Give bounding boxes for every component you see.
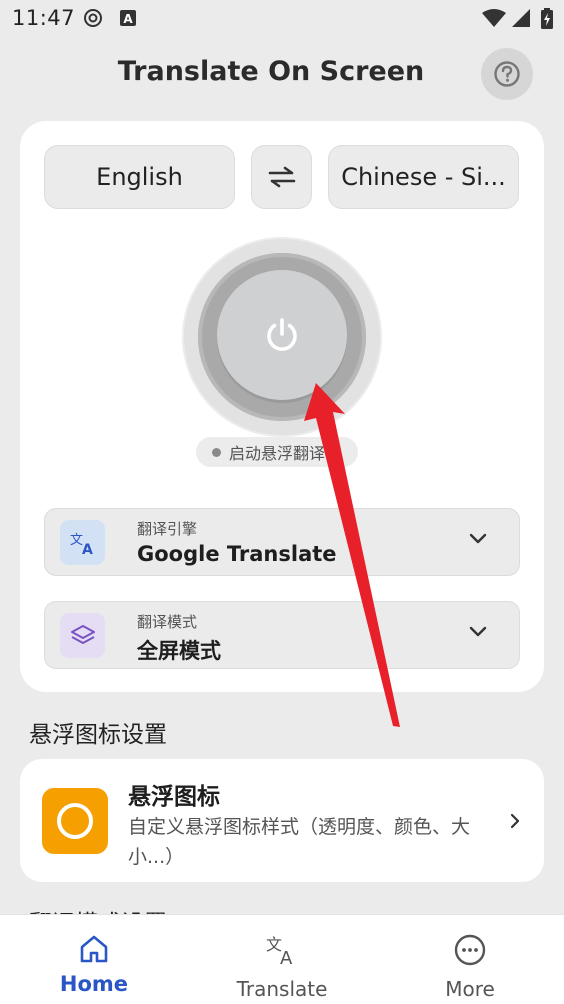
nav-home[interactable]: Home [0,915,188,1004]
page-title: Translate On Screen [117,56,425,87]
target-language-button[interactable]: Chinese - Si... [328,145,519,209]
translation-engine-select[interactable]: 文 A 翻译引擎 Google Translate [44,508,520,576]
float-icon-settings-item[interactable]: 悬浮图标 自定义悬浮图标样式（透明度、颜色、大小...） [20,759,544,882]
engine-icon-box: 文 A [60,520,105,565]
signal-icon [512,9,530,27]
status-time: 11:47 [12,6,76,30]
svg-text:A: A [82,542,93,556]
translation-control-card: English Chinese - Si... 启动悬浮翻译 文 A 翻译引擎 … [20,121,544,692]
nav-home-label: Home [59,972,129,996]
wifi-icon [482,9,506,27]
at-sign-icon [84,9,102,27]
question-circle-icon [494,61,520,87]
float-icon-title: 悬浮图标 [128,784,220,810]
power-button-frame [184,239,380,435]
mode-caption: 翻译模式 [137,613,198,631]
chevron-down-icon [469,533,487,544]
nav-more[interactable]: More [376,915,564,1004]
power-icon [267,318,297,351]
power-button[interactable] [217,270,347,400]
svg-text:A: A [280,948,293,967]
float-icon-section-heading: 悬浮图标设置 [29,722,167,748]
mode-value: 全屏模式 [137,639,221,663]
float-status-chip: 启动悬浮翻译 [196,437,358,467]
font-a-icon: A [120,10,136,26]
target-ring-icon [57,803,93,839]
layers-icon [70,624,95,644]
nav-more-label: More [445,977,495,1001]
float-icon-description: 自定义悬浮图标样式（透明度、颜色、大小...） [128,816,471,868]
translate-icon: 文 A [70,533,93,556]
translate-icon: 文 A [266,935,293,967]
float-icon-preview [42,788,108,854]
help-button[interactable] [481,48,533,100]
mode-icon-box [60,613,105,658]
home-icon [80,935,108,963]
float-status-text: 启动悬浮翻译 [229,444,326,463]
status-dot [212,447,221,457]
swap-arrows-icon [268,166,295,188]
engine-caption: 翻译引擎 [137,520,198,538]
svg-text:A: A [123,12,133,26]
chevron-right-icon [510,813,520,829]
bottom-navigation: Home 文 A Translate More [0,914,564,1004]
nav-translate[interactable]: 文 A Translate [188,915,376,1004]
nav-translate-label: Translate [236,977,328,1001]
swap-languages-button[interactable] [251,145,312,209]
engine-value: Google Translate [137,542,337,566]
battery-icon [541,8,553,29]
power-button-ring [198,253,366,421]
status-bar: 11:47 A [0,0,564,40]
source-language-button[interactable]: English [44,145,235,209]
more-circle-icon [454,934,486,966]
chevron-down-icon [469,626,487,637]
translation-mode-select[interactable]: 翻译模式 全屏模式 [44,601,520,669]
